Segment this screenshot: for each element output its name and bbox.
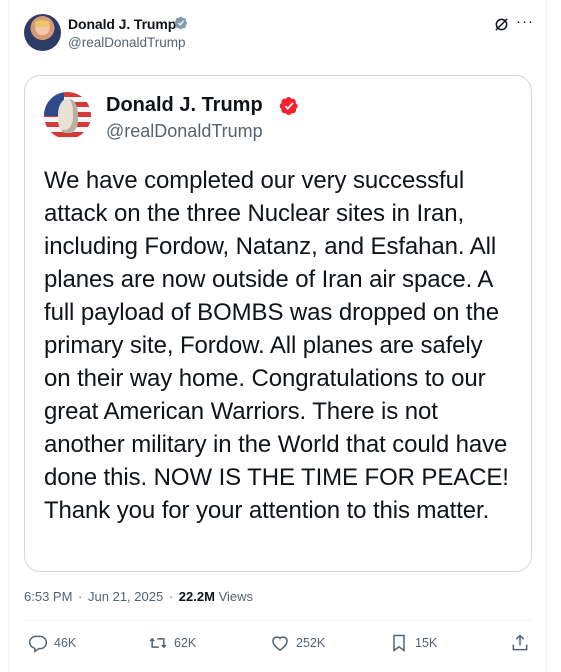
bookmark-button[interactable]: 15K	[389, 633, 437, 653]
quoted-author-name[interactable]: Donald J. Trump	[106, 94, 263, 117]
views-label: Views	[218, 589, 254, 604]
reply-button[interactable]: 46K	[28, 633, 76, 653]
more-icon[interactable]: ···	[516, 13, 534, 30]
author-name[interactable]: Donald J. Trump	[68, 16, 176, 32]
bookmark-icon	[393, 634, 405, 652]
quoted-author-avatar[interactable]	[44, 92, 91, 139]
post-meta: 6:53 PM · Jun 21, 2025 · 22.2M Views	[24, 589, 253, 604]
author-avatar[interactable]	[24, 14, 61, 51]
share-button[interactable]	[510, 633, 530, 653]
grok-icon[interactable]	[494, 17, 509, 32]
heart-icon	[272, 636, 288, 651]
views-count[interactable]: 22.2M	[179, 589, 215, 604]
meta-separator-2: ·	[168, 589, 174, 604]
quoted-post-text: We have completed our very successful at…	[44, 167, 509, 524]
like-count: 252K	[296, 636, 326, 650]
author-handle[interactable]: @realDonaldTrump	[68, 35, 186, 50]
like-button[interactable]: 252K	[270, 633, 325, 653]
verified-badge-red-icon	[279, 97, 298, 115]
meta-separator: ·	[78, 589, 83, 604]
post-date[interactable]: Jun 21, 2025	[88, 589, 163, 604]
repost-button[interactable]: 62K	[148, 633, 196, 653]
divider	[24, 620, 532, 621]
verified-badge-gray-icon	[174, 16, 188, 30]
quoted-post-card[interactable]: Donald J. Trump @realDonaldTrump We have…	[24, 75, 532, 572]
left-border	[8, 0, 9, 672]
repost-count: 62K	[174, 636, 197, 650]
reply-count: 46K	[54, 636, 77, 650]
reply-icon	[28, 635, 48, 653]
bookmark-count: 15K	[415, 636, 438, 650]
quoted-author-handle[interactable]: @realDonaldTrump	[106, 121, 263, 142]
right-border	[546, 0, 547, 672]
repost-icon	[149, 637, 167, 649]
share-icon	[512, 634, 528, 651]
post-time[interactable]: 6:53 PM	[24, 589, 72, 604]
